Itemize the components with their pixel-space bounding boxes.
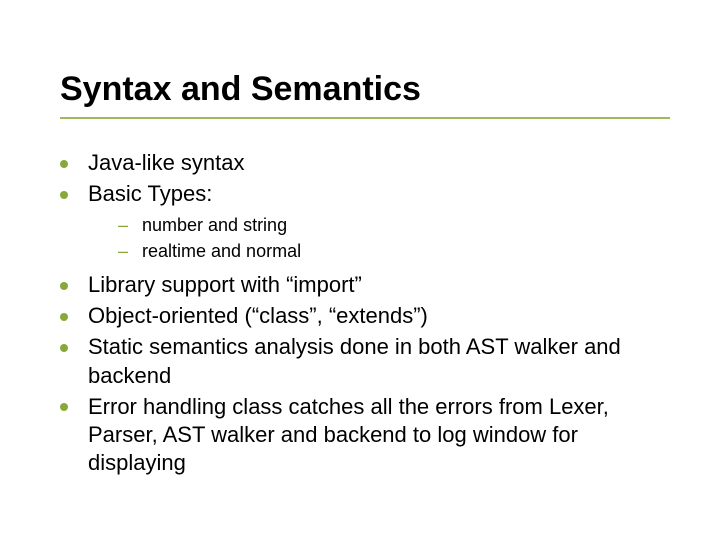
list-item-text: Library support with “import” (88, 272, 362, 297)
sub-list-item: realtime and normal (118, 240, 670, 263)
bullet-list: Java-like syntax Basic Types: (54, 149, 670, 208)
slide-title: Syntax and Semantics (60, 70, 670, 109)
bullet-list-continued: Library support with “import” Object-ori… (54, 271, 670, 477)
sub-list-item-text: realtime and normal (142, 241, 301, 261)
list-item: Error handling class catches all the err… (54, 393, 670, 477)
list-item-text: Object-oriented (“class”, “extends”) (88, 303, 428, 328)
list-item-text: Java-like syntax (88, 150, 245, 175)
sub-list-item-text: number and string (142, 215, 287, 235)
list-item-text: Static semantics analysis done in both A… (88, 334, 621, 387)
list-item: Static semantics analysis done in both A… (54, 333, 670, 389)
list-item: Java-like syntax (54, 149, 670, 177)
list-item: Library support with “import” (54, 271, 670, 299)
slide: Syntax and Semantics Java-like syntax Ba… (0, 0, 720, 540)
title-underline (60, 117, 670, 119)
list-item-text: Basic Types: (88, 181, 212, 206)
sub-bullet-list: number and string realtime and normal (118, 214, 670, 263)
list-item: Basic Types: (54, 180, 670, 208)
sub-list-item: number and string (118, 214, 670, 237)
list-item-text: Error handling class catches all the err… (88, 394, 609, 475)
list-item: Object-oriented (“class”, “extends”) (54, 302, 670, 330)
